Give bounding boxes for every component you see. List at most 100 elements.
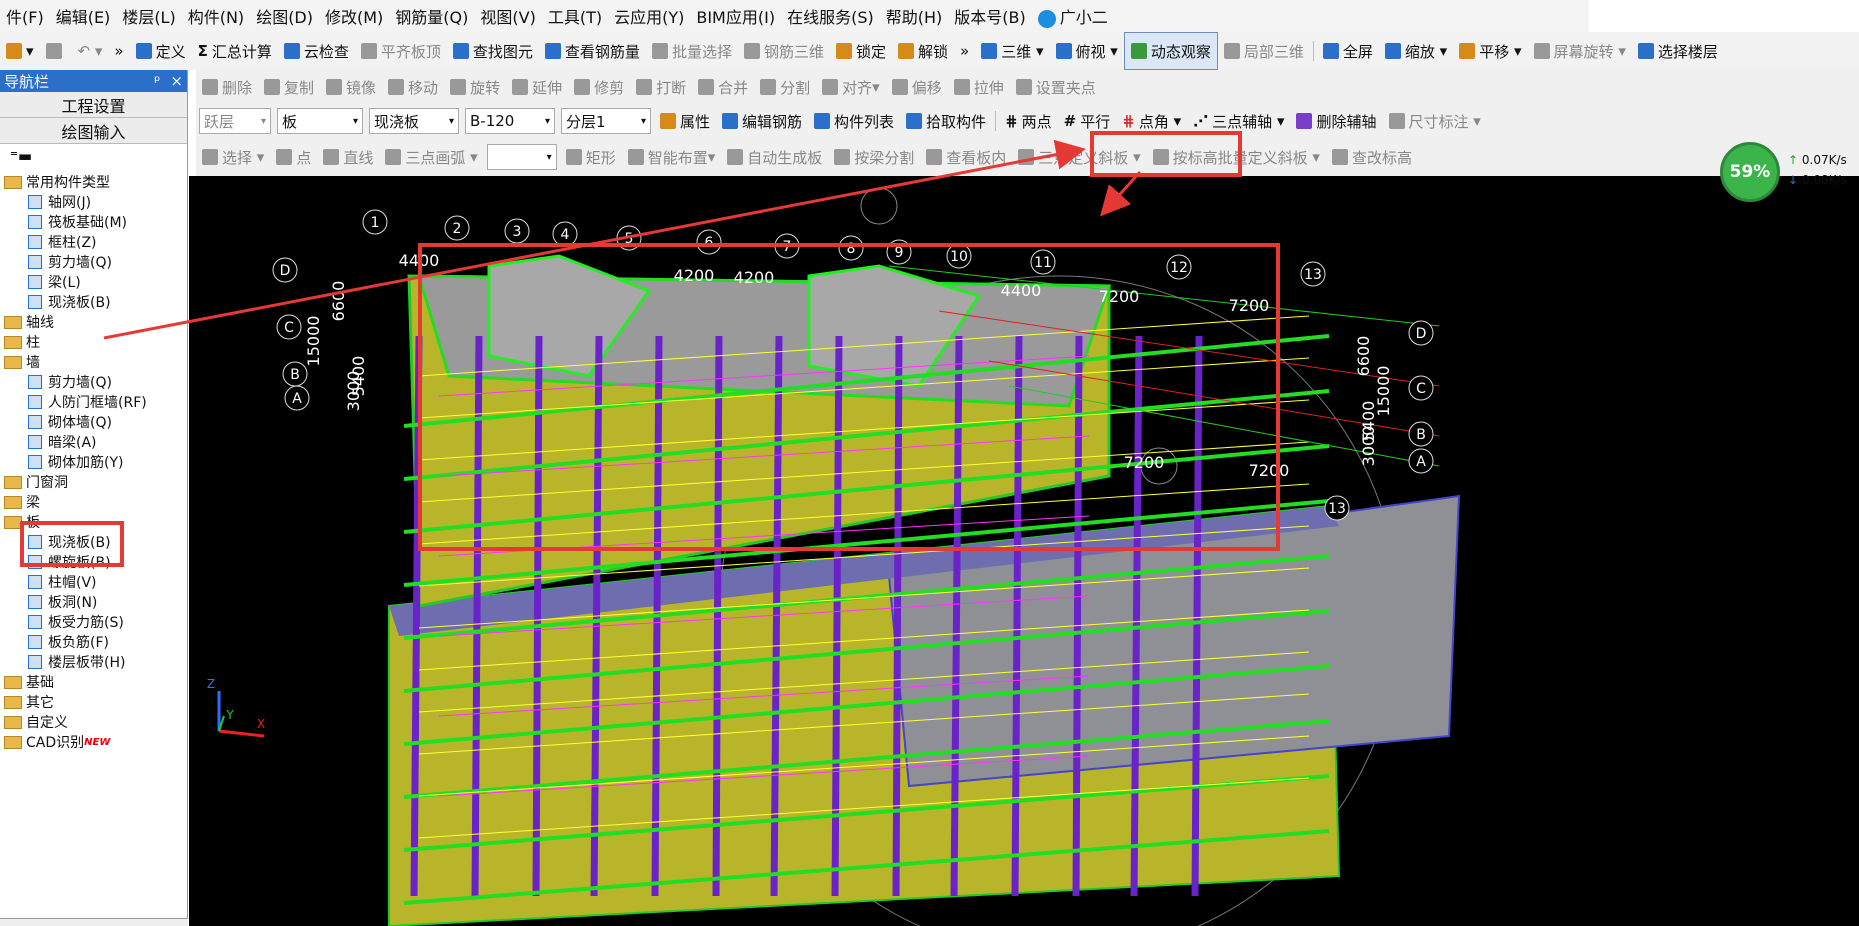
split-button[interactable]: 分割 xyxy=(754,70,816,104)
menu-component[interactable]: 构件(N) xyxy=(182,4,250,28)
auto-generate-slab-button[interactable]: 自动生成板 xyxy=(721,138,828,176)
type-select[interactable]: 现浇板 ▾ xyxy=(369,108,459,134)
arc-option-select[interactable]: ▾ xyxy=(486,144,557,170)
rectangle-button[interactable]: 矩形 xyxy=(560,138,622,176)
menu-assistant[interactable]: 广小二 xyxy=(1032,4,1114,28)
local-3d-button[interactable]: 局部三维 xyxy=(1218,32,1310,70)
close-icon[interactable]: × xyxy=(166,72,187,90)
tree-item[interactable]: 现浇板(B) xyxy=(0,292,187,312)
menu-modify[interactable]: 修改(M) xyxy=(319,4,389,28)
top-view-button[interactable]: 俯视 ▾ xyxy=(1050,32,1124,70)
menu-bim[interactable]: BIM应用(I) xyxy=(690,4,781,28)
tree-folder[interactable]: 墙 xyxy=(0,352,187,372)
category-select[interactable]: 板 ▾ xyxy=(277,108,363,134)
undo-button[interactable]: ↶ ▾ xyxy=(72,32,109,70)
dynamic-orbit-button[interactable]: 动态观察 xyxy=(1123,32,1218,70)
tree-folder[interactable]: 板 xyxy=(0,512,187,532)
menu-floor[interactable]: 楼层(L) xyxy=(116,4,181,28)
tree-folder[interactable]: 常用构件类型 xyxy=(0,172,187,192)
offset-button[interactable]: 偏移 xyxy=(886,70,948,104)
trim-button[interactable]: 修剪 xyxy=(568,70,630,104)
properties-button[interactable]: 属性 xyxy=(654,104,716,138)
batch-select-button[interactable]: 批量选择 xyxy=(646,32,738,70)
extend-button[interactable]: 延伸 xyxy=(506,70,568,104)
stretch-button[interactable]: 拉伸 xyxy=(948,70,1010,104)
zoom-button[interactable]: 缩放 ▾ xyxy=(1379,32,1453,70)
menu-online[interactable]: 在线服务(S) xyxy=(781,4,880,28)
more-chevron-icon-2[interactable]: » xyxy=(954,32,975,70)
3d-button[interactable]: 三维 ▾ xyxy=(975,32,1049,70)
save-button[interactable] xyxy=(40,32,72,70)
building-model[interactable]: 1 2 3 4 5 6 7 8 9 10 11 12 13DCBADCBA1344004200 42004… xyxy=(189,176,1859,926)
split-by-beam-button[interactable]: 按梁分割 xyxy=(828,138,920,176)
point-angle-button[interactable]: ⋕ 点角 ▾ xyxy=(1116,104,1187,138)
set-grip-button[interactable]: 设置夹点 xyxy=(1010,70,1102,104)
menu-rebar[interactable]: 钢筋量(Q) xyxy=(389,4,474,28)
tree-item[interactable]: 剪力墙(Q) xyxy=(0,372,187,392)
tree-item[interactable]: 柱帽(V) xyxy=(0,572,187,592)
tree-item[interactable]: 框柱(Z) xyxy=(0,232,187,252)
tree-folder[interactable]: 轴线 xyxy=(0,312,187,332)
dimension-button[interactable]: 尺寸标注 ▾ xyxy=(1383,104,1487,138)
unlock-button[interactable]: 解锁 xyxy=(892,32,954,70)
view-slab-button[interactable]: 查看板内 xyxy=(920,138,1012,176)
tree-item[interactable]: 梁(L) xyxy=(0,272,187,292)
define-button[interactable]: 定义 xyxy=(130,32,192,70)
menu-edit[interactable]: 编辑(E) xyxy=(50,4,117,28)
single-input-tab[interactable] xyxy=(0,918,188,926)
screen-rotate-button[interactable]: 屏幕旋转 ▾ xyxy=(1528,32,1632,70)
align-slab-top-button[interactable]: 平齐板顶 xyxy=(355,32,447,70)
open-button[interactable]: ▾ xyxy=(0,32,40,70)
tree-folder[interactable]: 自定义 xyxy=(0,712,187,732)
collapse-tree-icon[interactable]: ⁼▬ xyxy=(0,144,187,168)
tree-item[interactable]: 楼层板带(H) xyxy=(0,652,187,672)
two-point-button[interactable]: ⋕ 两点 xyxy=(999,104,1058,138)
menu-draw[interactable]: 绘图(D) xyxy=(250,4,319,28)
tree-folder[interactable]: 其它 xyxy=(0,692,187,712)
project-settings-button[interactable]: 工程设置 xyxy=(0,92,187,118)
delete-axis-button[interactable]: 删除辅轴 xyxy=(1290,104,1382,138)
move-button[interactable]: 移动 xyxy=(382,70,444,104)
drawing-input-button[interactable]: 绘图输入 xyxy=(0,118,187,144)
find-element-button[interactable]: 查找图元 xyxy=(447,32,539,70)
tree-folder[interactable]: 柱 xyxy=(0,332,187,352)
tree-folder[interactable]: 梁 xyxy=(0,492,187,512)
edit-elevation-button[interactable]: 查改标高 xyxy=(1326,138,1418,176)
menu-view[interactable]: 视图(V) xyxy=(474,4,541,28)
break-button[interactable]: 打断 xyxy=(630,70,692,104)
pick-component-button[interactable]: 拾取构件 xyxy=(900,104,992,138)
tree-item[interactable]: 剪力墙(Q) xyxy=(0,252,187,272)
more-chevron-icon[interactable]: » xyxy=(108,32,129,70)
summary-calc-button[interactable]: Σ 汇总计算 xyxy=(192,32,278,70)
tree-item[interactable]: 暗梁(A) xyxy=(0,432,187,452)
component-list-button[interactable]: 构件列表 xyxy=(808,104,900,138)
floor-select[interactable]: 跃层 ▾ xyxy=(199,108,271,134)
tree-item[interactable]: 板受力筋(S) xyxy=(0,612,187,632)
rebar-3d-button[interactable]: 钢筋三维 xyxy=(738,32,830,70)
smart-layout-button[interactable]: 智能布置 ▾ xyxy=(622,138,722,176)
mirror-button[interactable]: 镜像 xyxy=(320,70,382,104)
copy-button[interactable]: 复制 xyxy=(258,70,320,104)
three-point-axis-button[interactable]: ⋰ 三点辅轴 ▾ xyxy=(1187,104,1290,138)
3d-viewport[interactable]: 1 2 3 4 5 6 7 8 9 10 11 12 13 D C B A D C B A 13 4400 4200 4200 4… xyxy=(189,176,1859,926)
tree-item[interactable]: 螺旋板(B) xyxy=(0,552,187,572)
layer-select[interactable]: 分层1 ▾ xyxy=(561,108,651,134)
align-button[interactable]: 对齐 ▾ xyxy=(816,70,886,104)
tree-folder[interactable]: 门窗洞 xyxy=(0,472,187,492)
tree-item[interactable]: 砌体加筋(Y) xyxy=(0,452,187,472)
parallel-button[interactable]: # 平行 xyxy=(1058,104,1117,138)
tree-item[interactable]: 板负筋(F) xyxy=(0,632,187,652)
tree-folder[interactable]: CAD识别 NEW xyxy=(0,732,187,752)
menu-cloud[interactable]: 云应用(Y) xyxy=(608,4,690,28)
select-button[interactable]: 选择 ▾ xyxy=(196,138,270,176)
tree-folder[interactable]: 基础 xyxy=(0,672,187,692)
point-button[interactable]: 点 xyxy=(270,138,317,176)
menu-file[interactable]: 件(F) xyxy=(0,4,50,28)
tree-item[interactable]: 筏板基础(M) xyxy=(0,212,187,232)
view-rebar-qty-button[interactable]: 查看钢筋量 xyxy=(539,32,646,70)
menu-help[interactable]: 帮助(H) xyxy=(880,4,949,28)
three-point-arc-button[interactable]: 三点画弧 ▾ xyxy=(379,138,483,176)
tree-item[interactable]: 现浇板(B) xyxy=(0,532,187,552)
cloud-check-button[interactable]: 云检查 xyxy=(278,32,355,70)
name-select[interactable]: B-120 ▾ xyxy=(465,108,555,134)
